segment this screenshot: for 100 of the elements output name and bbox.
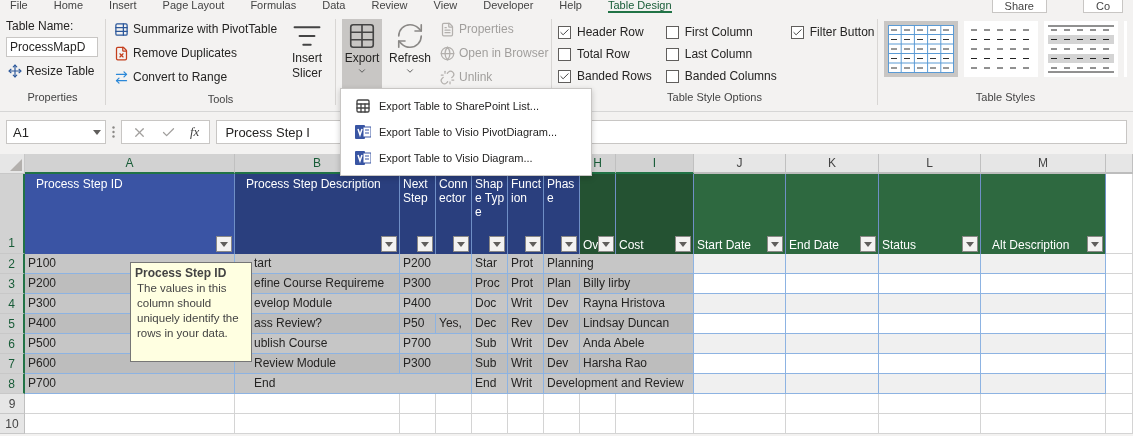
checkbox[interactable] <box>665 25 679 39</box>
name-box[interactable]: A1 <box>6 120 106 144</box>
ribbon-tab[interactable]: Review <box>371 0 408 13</box>
row-header[interactable]: 9 <box>0 394 25 414</box>
row-header[interactable]: 6 <box>0 334 25 354</box>
ribbon-tab[interactable]: Home <box>53 0 84 13</box>
row-header[interactable]: 1 <box>0 174 25 254</box>
ribbon-tab[interactable]: Insert <box>109 0 137 13</box>
ribbon-tab[interactable]: Formulas <box>250 0 297 13</box>
table-style-option[interactable] <box>964 21 1038 77</box>
check-icon <box>559 26 570 38</box>
table-cell: Dec <box>472 314 508 334</box>
checkbox[interactable] <box>665 69 679 83</box>
table-cell: Dev <box>544 334 580 354</box>
top-button[interactable]: Share <box>991 0 1047 13</box>
refresh-button[interactable]: Refresh <box>388 19 432 93</box>
group-label: Table Styles <box>974 91 1037 105</box>
tool-button[interactable]: Remove Duplicates <box>112 43 280 63</box>
checkbox-option[interactable]: Total Row <box>558 43 652 65</box>
insert-function-button[interactable]: fx <box>190 124 200 140</box>
menu-item[interactable]: Export Table to SharePoint List... <box>341 93 591 119</box>
table-style-thumbnail <box>888 25 954 73</box>
resize-icon <box>8 64 22 78</box>
filter-dropdown-button[interactable] <box>860 236 876 252</box>
column-header[interactable]: I <box>616 154 694 174</box>
table-cell: Writ <box>508 294 544 314</box>
group-label: Properties <box>26 91 79 105</box>
checkbox[interactable] <box>558 25 571 39</box>
row-header[interactable]: 3 <box>0 274 25 294</box>
column-header[interactable]: M <box>981 154 1106 174</box>
checkbox[interactable] <box>665 47 679 61</box>
dropdown-arrow-icon <box>864 241 872 247</box>
checkbox-option[interactable]: Header Row <box>558 21 652 43</box>
checkbox-option[interactable]: Banded Columns <box>665 65 777 87</box>
row-header[interactable]: 2 <box>0 254 25 274</box>
checkbox[interactable] <box>558 69 571 83</box>
row-header[interactable]: 8 <box>0 374 25 394</box>
pivot-table-icon <box>114 21 129 37</box>
dropdown-arrow-icon <box>1091 241 1099 247</box>
ribbon-tab[interactable]: View <box>433 0 458 13</box>
checkbox-option[interactable]: Banded Rows <box>558 65 652 87</box>
table-cell: Sub <box>472 354 508 374</box>
ribbon-tab[interactable]: File <box>10 0 28 13</box>
header-label: Process Step Description <box>245 177 382 191</box>
filter-dropdown-button[interactable] <box>417 236 433 252</box>
dropdown-arrow-icon <box>421 241 429 247</box>
table-cell: Harsha Rao <box>580 354 694 374</box>
row-header[interactable]: 5 <box>0 314 25 334</box>
row-header[interactable]: 10 <box>0 414 25 434</box>
table-cell: P400 <box>400 294 472 314</box>
table-cell: Planning <box>544 254 694 274</box>
ribbon-tab[interactable]: Help <box>559 0 582 13</box>
table-style-option[interactable] <box>884 21 958 77</box>
checkbox[interactable] <box>790 25 804 39</box>
column-header[interactable]: J <box>694 154 786 174</box>
table-cell: Dev <box>544 294 580 314</box>
header-label: Alt Description <box>991 238 1070 252</box>
table-style-option[interactable] <box>1044 21 1118 77</box>
tool-button[interactable]: Convert to Range <box>112 67 280 87</box>
ribbon-tab[interactable]: Page Layout <box>162 0 225 13</box>
table-export-icon <box>355 98 371 114</box>
table-cell: Rev <box>508 314 544 334</box>
header-label: Shape Type <box>475 177 505 219</box>
filter-dropdown-button[interactable] <box>962 236 978 252</box>
column-header[interactable]: A <box>25 154 235 174</box>
filter-dropdown-button[interactable] <box>381 236 397 252</box>
filter-dropdown-button[interactable] <box>453 236 469 252</box>
dropdown-arrow-icon <box>529 241 537 247</box>
ribbon-tab[interactable]: Developer <box>483 0 534 13</box>
table-cell: Yes, <box>436 314 472 334</box>
tool-button[interactable]: Summarize with PivotTable <box>112 19 280 39</box>
column-header[interactable]: L <box>879 154 981 174</box>
checkbox-option[interactable]: First Column <box>665 21 777 43</box>
remove-duplicates-icon <box>114 45 129 61</box>
header-label: Function <box>511 177 541 205</box>
filter-dropdown-button[interactable] <box>767 236 783 252</box>
table-cell: Rayna Hristova <box>580 294 694 314</box>
group-label: Tools <box>206 93 235 105</box>
menu-item[interactable]: Export Table to Visio PivotDiagram... <box>341 119 591 145</box>
checkbox[interactable] <box>558 47 571 61</box>
ribbon-tab[interactable]: Table Design <box>607 0 672 13</box>
filter-dropdown-button[interactable] <box>1087 236 1103 252</box>
row-header[interactable]: 4 <box>0 294 25 314</box>
filter-dropdown-button[interactable] <box>216 236 232 252</box>
table-name-field[interactable]: ProcessMapD <box>6 37 98 57</box>
ribbon-tab[interactable]: Data <box>322 0 346 13</box>
column-header[interactable]: K <box>786 154 879 174</box>
insert-slicer-button[interactable]: Insert Slicer <box>285 19 329 93</box>
table-cell: Star <box>472 254 508 274</box>
filter-dropdown-button[interactable] <box>561 236 577 252</box>
filter-dropdown-button[interactable] <box>489 236 505 252</box>
checkbox-option[interactable]: Last Column <box>665 43 777 65</box>
header-label: Connector <box>439 177 469 205</box>
row-header[interactable]: 7 <box>0 354 25 374</box>
filter-dropdown-button[interactable] <box>598 236 615 252</box>
filter-dropdown-button[interactable] <box>675 236 691 252</box>
checkbox-option[interactable]: Filter Button <box>790 21 875 43</box>
resize-table-button[interactable]: Resize Table <box>6 61 98 81</box>
filter-dropdown-button[interactable] <box>525 236 541 252</box>
top-button[interactable]: Co <box>1082 0 1123 13</box>
